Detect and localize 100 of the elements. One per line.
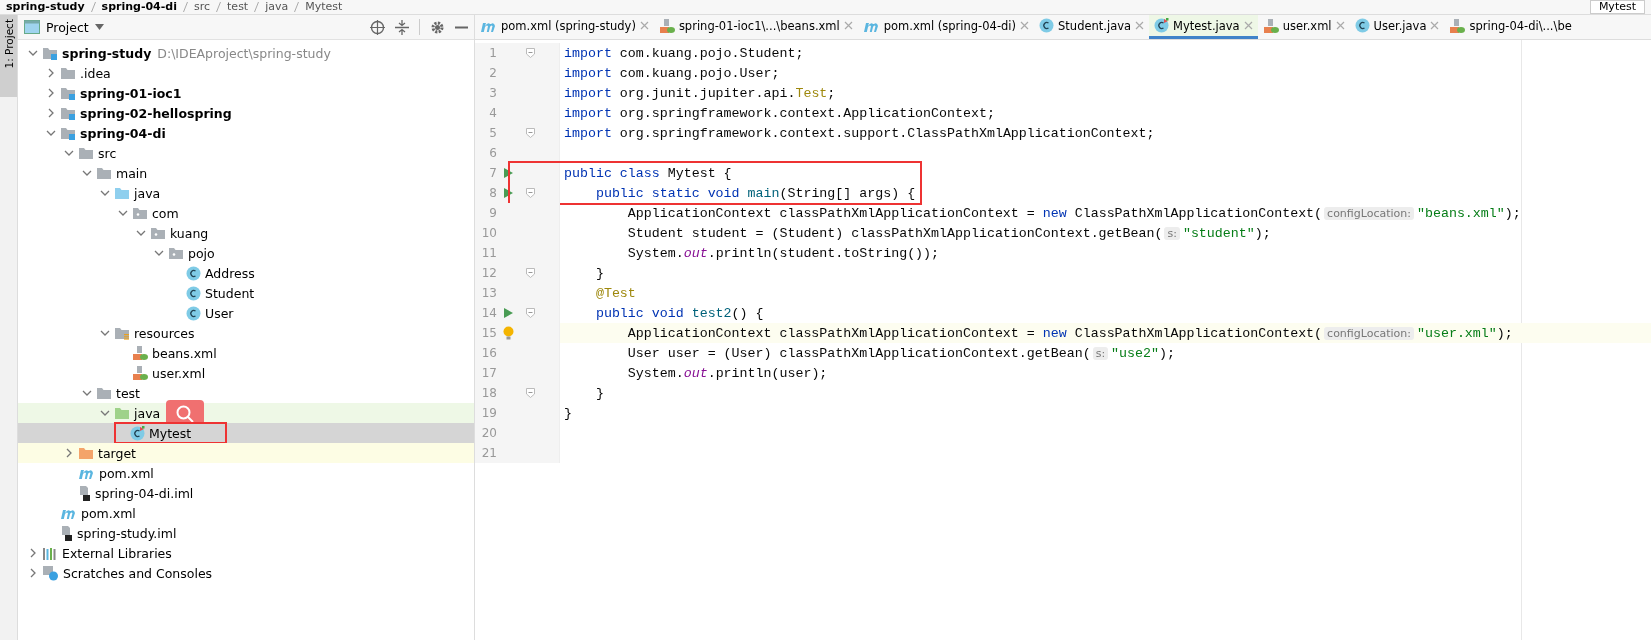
resources-folder-icon [114,326,130,340]
fold-icon[interactable] [525,268,535,278]
line-number: 20 [480,426,497,440]
test-class-icon [1154,18,1170,33]
folder-icon [96,166,112,180]
project-tool-tab[interactable]: 1: Project [0,15,17,97]
breadcrumb[interactable]: java [265,1,289,13]
breadcrumb[interactable]: spring-study [6,1,85,13]
line-number: 17 [480,366,497,380]
breadcrumb[interactable]: src [194,1,211,13]
tree-item-label: src [98,145,117,161]
editor-tab[interactable]: user.xml [1257,15,1350,39]
fold-icon[interactable] [525,388,535,398]
run-icon[interactable] [503,188,513,198]
module-folder-icon [60,106,76,120]
tree-item-label: spring-04-di [80,125,166,141]
editor-tab[interactable]: User.java [1349,15,1445,39]
breadcrumb[interactable]: Mytest [305,1,343,13]
caret-down-icon[interactable] [94,24,104,30]
fold-icon[interactable] [525,308,535,318]
run-icon[interactable] [503,168,513,178]
panel-title[interactable]: Project [46,19,89,35]
breadcrumb[interactable]: spring-04-di [101,1,177,13]
window-icon [24,20,40,34]
xml-file-icon [1449,17,1466,34]
scratches-icon [42,565,59,581]
tree-row[interactable]: External Libraries [18,543,474,563]
chevron-down-icon[interactable] [28,48,38,58]
tree-row[interactable]: pojo [18,243,474,263]
tree-row[interactable]: spring-04-di.iml [18,483,474,503]
tree-row[interactable]: test [18,383,474,403]
editor-tab[interactable]: spring-04-di\...\be [1444,15,1577,39]
tree-row[interactable]: Scratches and Consoles [18,563,474,583]
tree-row[interactable]: Student [18,283,474,303]
tree-row[interactable]: kuang [18,223,474,243]
line-number: 16 [480,346,497,360]
editor-tab[interactable]: pom.xml (spring-04-di) [857,15,1035,39]
minimize-icon[interactable] [455,25,468,29]
tree-row[interactable]: main [18,163,474,183]
editor-tab[interactable]: Mytest.java [1149,15,1258,39]
code-line: ApplicationContext classPathXmlApplicationContext = new ClassPathXmlApplicationContext( configLocation: "user.xml"); [626,325,1513,341]
collapse-all-icon[interactable] [395,19,409,35]
line-number: 21 [480,446,497,460]
fold-icon[interactable] [525,188,535,198]
breadcrumb-separator-icon [254,2,260,12]
tree-row[interactable]: java [18,183,474,203]
run-icon[interactable] [503,308,513,318]
editor-tab[interactable]: Student.java [1034,15,1150,39]
chevron-right-icon[interactable] [64,448,74,458]
excluded-folder-icon [78,446,94,460]
maven-icon [60,507,77,519]
fold-icon[interactable] [525,48,535,58]
run-config-selector[interactable]: Mytest [1589,0,1645,14]
breadcrumb-separator-icon [294,2,300,12]
tree-row[interactable]: spring-01-ioc1 [18,83,474,103]
settings-icon[interactable] [430,19,445,35]
tree-row[interactable]: src [18,143,474,163]
line-number: 8 [488,186,497,200]
breadcrumb-separator-icon [90,2,96,12]
tree-item-label: External Libraries [62,545,172,561]
tree-item-label: Student [205,285,255,301]
editor-tab[interactable]: pom.xml (spring-study) [475,15,654,39]
line-number: 6 [488,146,497,160]
tree-row[interactable]: beans.xml [18,343,474,363]
tree-item-label: kuang [170,225,209,241]
code-line: Student student = (Student) classPathXmlApplicationContext.getBean( s: "student"); [626,225,1271,241]
tree-row[interactable]: Mytest [18,423,474,443]
tree-row[interactable]: target [18,443,474,463]
code-line: import org.springframework.context.ApplicationContext; [563,105,995,121]
tree-row[interactable]: spring-study D:\IDEAproject\spring-study [18,43,474,63]
line-number: 7 [488,166,497,180]
tree-row[interactable]: com [18,203,474,223]
tree-row[interactable]: pom.xml [18,503,474,523]
class-icon [1039,18,1055,33]
tree-row[interactable]: User [18,303,474,323]
tree-row[interactable]: spring-02-hellospring [18,103,474,123]
tree-row[interactable]: Address [18,263,474,283]
package-icon [168,246,184,260]
breadcrumb[interactable]: test [227,1,249,13]
tree-item-label: User [205,305,234,321]
package-icon [132,206,148,220]
tree-row[interactable]: resources [18,323,474,343]
tree-row[interactable]: java [18,403,474,423]
project-path: D:\IDEAproject\spring-study [157,45,331,61]
line-number: 14 [480,306,497,320]
crosshair-icon[interactable] [370,19,385,35]
tree-row[interactable]: pom.xml [18,463,474,483]
tree-row[interactable]: user.xml [18,363,474,383]
xml-file-icon [132,365,148,381]
tree-row[interactable]: spring-study.iml [18,523,474,543]
chevron-down-icon[interactable] [100,328,110,338]
line-number: 12 [480,266,497,280]
tree-item-label: pom.xml [81,505,136,521]
fold-icon[interactable] [525,128,535,138]
editor-tab[interactable]: spring-01-ioc1\...\beans.xml [653,15,858,39]
code-line: @Test [594,285,636,301]
tree-row[interactable]: spring-04-di [18,123,474,143]
lightbulb-icon[interactable] [502,326,514,340]
line-number: 13 [480,286,497,300]
tree-row[interactable]: .idea [18,63,474,83]
